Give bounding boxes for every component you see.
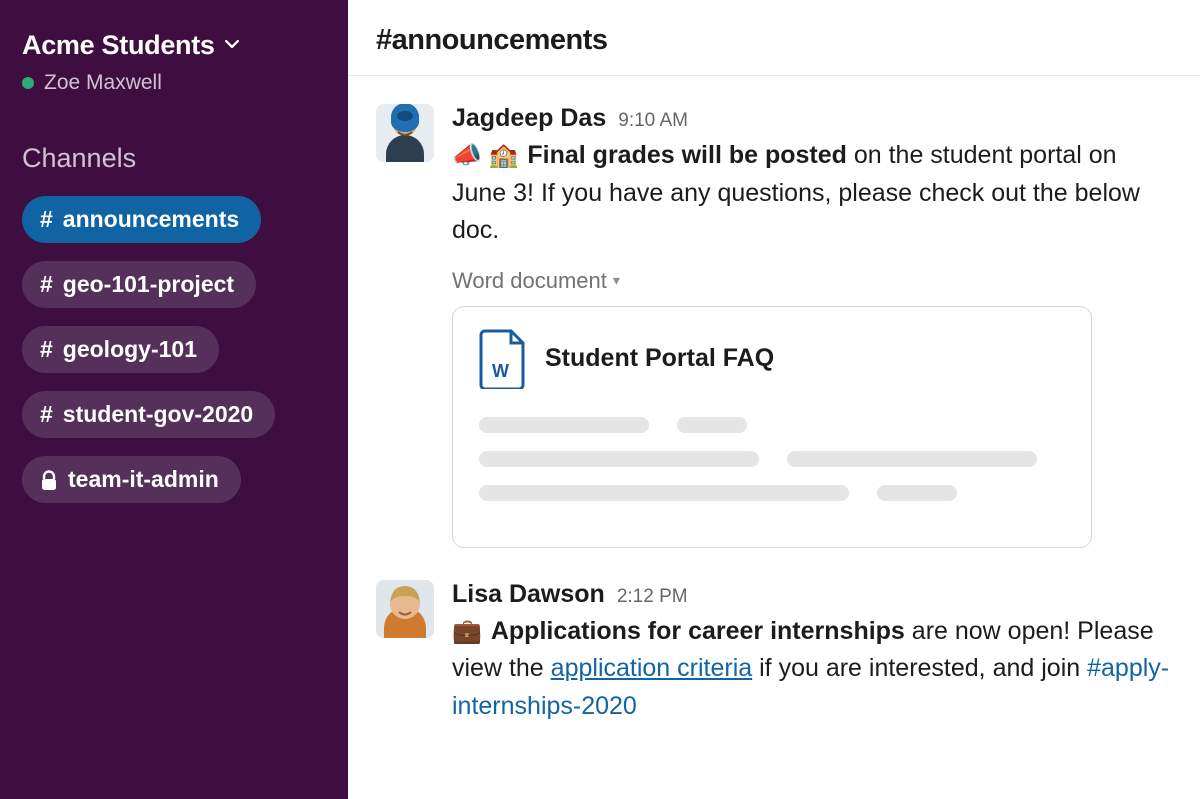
attachment-preview-placeholder xyxy=(479,417,1065,501)
message-text: 💼 Applications for career internships ar… xyxy=(452,613,1172,726)
message: Lisa Dawson 2:12 PM 💼 Applications for c… xyxy=(376,580,1172,726)
message-bold-lead: Final grades will be posted xyxy=(527,141,847,169)
attachment-kind-label: Word document xyxy=(452,268,607,294)
sidebar-item-student-gov-2020[interactable]: # student-gov-2020 xyxy=(22,391,275,438)
message-author[interactable]: Jagdeep Das xyxy=(452,104,606,133)
application-criteria-link[interactable]: application criteria xyxy=(551,654,753,682)
channel-label: student-gov-2020 xyxy=(63,401,253,428)
caret-down-icon: ▾ xyxy=(613,272,620,289)
lock-icon xyxy=(40,470,58,490)
message: Jagdeep Das 9:10 AM 📣 🏫 Final grades wil… xyxy=(376,104,1172,548)
sidebar-item-team-it-admin[interactable]: team-it-admin xyxy=(22,456,241,503)
sidebar-item-geology-101[interactable]: # geology-101 xyxy=(22,326,219,373)
channel-title: #announcements xyxy=(376,24,1172,57)
megaphone-emoji-icon: 📣 🏫 xyxy=(452,142,518,169)
message-list: Jagdeep Das 9:10 AM 📣 🏫 Final grades wil… xyxy=(348,76,1200,757)
hash-icon: # xyxy=(40,336,53,363)
attachment-title: Student Portal FAQ xyxy=(545,344,774,373)
user-presence[interactable]: Zoe Maxwell xyxy=(22,71,326,95)
channel-label: announcements xyxy=(63,206,239,233)
channels-section-title: Channels xyxy=(22,143,326,174)
hash-icon: # xyxy=(40,401,53,428)
message-bold-lead: Applications for career internships xyxy=(491,617,905,645)
message-text: 📣 🏫 Final grades will be posted on the s… xyxy=(452,137,1172,250)
channel-label: geology-101 xyxy=(63,336,197,363)
channel-label: team-it-admin xyxy=(68,466,219,493)
channel-header: #announcements xyxy=(348,0,1200,76)
svg-text:W: W xyxy=(492,361,509,381)
presence-active-icon xyxy=(22,77,34,89)
avatar[interactable] xyxy=(376,580,434,638)
sidebar-item-geo-101-project[interactable]: # geo-101-project xyxy=(22,261,256,308)
attachment-card[interactable]: W Student Portal FAQ xyxy=(452,306,1092,548)
message-text-part: if you are interested, and join xyxy=(752,654,1087,682)
word-document-icon: W xyxy=(479,329,527,389)
workspace-name: Acme Students xyxy=(22,30,215,61)
workspace-switcher[interactable]: Acme Students xyxy=(22,30,326,61)
message-timestamp: 2:12 PM xyxy=(617,586,688,608)
main-panel: #announcements Jagdeep Das 9:10 AM xyxy=(348,0,1200,799)
message-author[interactable]: Lisa Dawson xyxy=(452,580,605,609)
sidebar: Acme Students Zoe Maxwell Channels # ann… xyxy=(0,0,348,799)
hash-icon: # xyxy=(40,206,53,233)
sidebar-item-announcements[interactable]: # announcements xyxy=(22,196,261,243)
chevron-down-icon xyxy=(225,37,239,56)
channel-label: geo-101-project xyxy=(63,271,234,298)
message-timestamp: 9:10 AM xyxy=(618,110,688,132)
briefcase-emoji-icon: 💼 xyxy=(452,618,482,645)
current-user-name: Zoe Maxwell xyxy=(44,71,162,95)
attachment-kind-toggle[interactable]: Word document ▾ xyxy=(452,268,620,294)
hash-icon: # xyxy=(40,271,53,298)
avatar[interactable] xyxy=(376,104,434,162)
channel-list: # announcements # geo-101-project # geol… xyxy=(22,196,326,521)
